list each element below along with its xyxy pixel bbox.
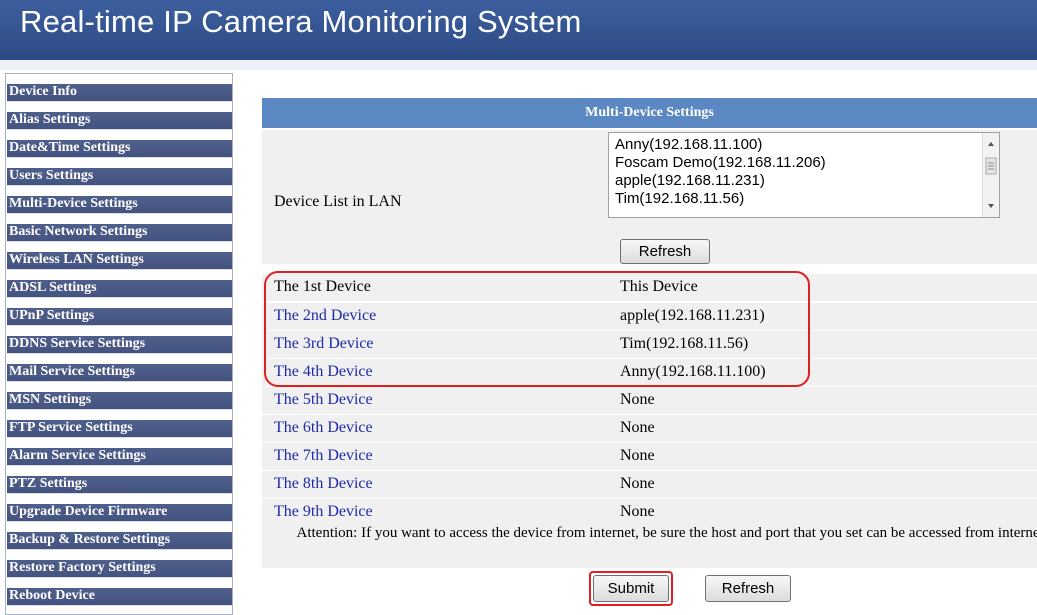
device-row: The 1st Device This Device bbox=[262, 274, 1037, 301]
device-row: The 3rd Device Tim(192.168.11.56) bbox=[262, 331, 1037, 358]
lan-device-list[interactable]: Anny(192.168.11.100) Foscam Demo(192.168… bbox=[608, 132, 1000, 218]
device-value: Tim(192.168.11.56) bbox=[620, 335, 749, 352]
device-value: None bbox=[620, 419, 655, 436]
sidebar-item-backup-restore-settings[interactable]: Backup & Restore Settings bbox=[7, 532, 232, 550]
device-row: The 2nd Device apple(192.168.11.231) bbox=[262, 303, 1037, 330]
lan-device-option[interactable]: apple(192.168.11.231) bbox=[615, 172, 765, 189]
sidebar-item-basic-network-settings[interactable]: Basic Network Settings bbox=[7, 224, 232, 242]
device-value: None bbox=[620, 503, 655, 520]
lan-device-label: Device List in LAN bbox=[274, 193, 402, 210]
device-row: The 4th Device Anny(192.168.11.100) bbox=[262, 359, 1037, 386]
sidebar-item-multi-device-settings[interactable]: Multi-Device Settings bbox=[7, 196, 232, 214]
lan-device-option[interactable]: Anny(192.168.11.100) bbox=[615, 136, 762, 153]
submit-button[interactable]: Submit bbox=[593, 575, 669, 602]
device-link[interactable]: The 9th Device bbox=[274, 503, 373, 521]
sidebar-item-date-time-settings[interactable]: Date&Time Settings bbox=[7, 140, 232, 158]
device-link[interactable]: The 4th Device bbox=[274, 363, 373, 381]
sidebar-item-alias-settings[interactable]: Alias Settings bbox=[7, 112, 232, 130]
lan-list-scrollbar[interactable] bbox=[982, 133, 999, 217]
sidebar-item-users-settings[interactable]: Users Settings bbox=[7, 168, 232, 186]
sidebar-item-ddns-service-settings[interactable]: DDNS Service Settings bbox=[7, 336, 232, 354]
refresh-lan-button[interactable]: Refresh bbox=[620, 239, 710, 264]
device-value: Anny(192.168.11.100) bbox=[620, 363, 766, 380]
scrollbar-arrows-icon bbox=[985, 142, 997, 208]
device-row: The 5th Device None bbox=[262, 387, 1037, 414]
panel-title: Multi-Device Settings bbox=[262, 98, 1037, 128]
refresh-button[interactable]: Refresh bbox=[705, 575, 791, 602]
device-value: None bbox=[620, 447, 655, 464]
lan-device-row: Device List in LAN Anny(192.168.11.100) … bbox=[262, 130, 1037, 264]
sidebar-item-alarm-service-settings[interactable]: Alarm Service Settings bbox=[7, 448, 232, 466]
device-value: apple(192.168.11.231) bbox=[620, 307, 765, 324]
device-row: The 7th Device None bbox=[262, 443, 1037, 470]
device-value: None bbox=[620, 475, 655, 492]
device-label: The 1st Device bbox=[274, 278, 371, 295]
device-value: This Device bbox=[620, 278, 698, 295]
sidebar-item-reboot-device[interactable]: Reboot Device bbox=[7, 588, 232, 606]
sidebar-item-device-info[interactable]: Device Info bbox=[7, 84, 232, 102]
sidebar-item-wireless-lan-settings[interactable]: Wireless LAN Settings bbox=[7, 252, 232, 270]
sidebar-item-upnp-settings[interactable]: UPnP Settings bbox=[7, 308, 232, 326]
sidebar-item-adsl-settings[interactable]: ADSL Settings bbox=[7, 280, 232, 298]
device-link[interactable]: The 7th Device bbox=[274, 447, 373, 465]
device-value: None bbox=[620, 391, 655, 408]
lan-device-option[interactable]: Foscam Demo(192.168.11.206) bbox=[615, 154, 826, 171]
sidebar-item-mail-service-settings[interactable]: Mail Service Settings bbox=[7, 364, 232, 382]
attention-note: Attention: If you want to access the dev… bbox=[296, 525, 1037, 541]
device-link[interactable]: The 8th Device bbox=[274, 475, 373, 493]
device-link[interactable]: The 5th Device bbox=[274, 391, 373, 409]
device-row: The 8th Device None bbox=[262, 471, 1037, 498]
lan-device-option[interactable]: Tim(192.168.11.56) bbox=[615, 190, 744, 207]
device-row: The 6th Device None bbox=[262, 415, 1037, 442]
sidebar-nav: Device Info Alias Settings Date&Time Set… bbox=[5, 73, 233, 615]
sidebar-item-ftp-service-settings[interactable]: FTP Service Settings bbox=[7, 420, 232, 438]
header-divider bbox=[0, 60, 1037, 70]
page-header: Real-time IP Camera Monitoring System bbox=[0, 0, 1037, 62]
device-link[interactable]: The 6th Device bbox=[274, 419, 373, 437]
app-title: Real-time IP Camera Monitoring System bbox=[20, 4, 582, 39]
sidebar-item-ptz-settings[interactable]: PTZ Settings bbox=[7, 476, 232, 494]
sidebar-item-restore-factory-settings[interactable]: Restore Factory Settings bbox=[7, 560, 232, 578]
device-link[interactable]: The 3rd Device bbox=[274, 335, 374, 353]
sidebar-item-msn-settings[interactable]: MSN Settings bbox=[7, 392, 232, 410]
attention-row: Attention: If you want to access the dev… bbox=[262, 522, 1037, 568]
sidebar-item-upgrade-device-firmware[interactable]: Upgrade Device Firmware bbox=[7, 504, 232, 522]
device-link[interactable]: The 2nd Device bbox=[274, 307, 376, 325]
